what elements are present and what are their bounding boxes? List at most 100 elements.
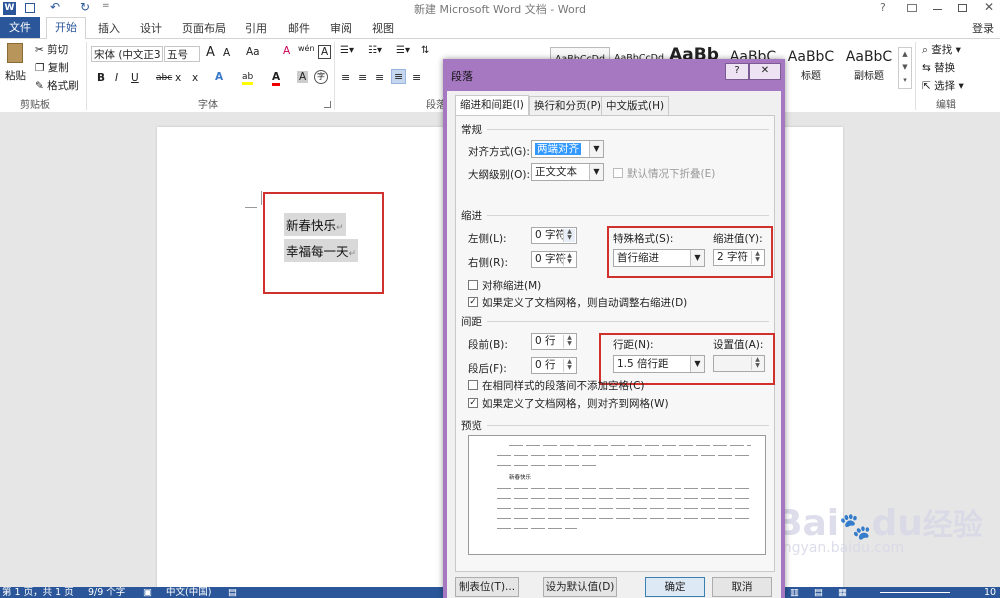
minimize-icon[interactable] — [933, 9, 942, 10]
superscript-button[interactable]: x — [192, 72, 198, 84]
find-button[interactable]: ⌕ 查找 ▾ — [922, 42, 961, 57]
distributed-button[interactable]: ≡ — [412, 71, 421, 84]
tab-design[interactable]: 设计 — [140, 20, 162, 36]
char-shading-button[interactable]: A — [297, 71, 309, 83]
spinner-arrows-icon[interactable]: ▲ ▼ — [563, 335, 575, 348]
paste-button[interactable]: 粘贴 — [5, 68, 26, 83]
read-mode-icon[interactable]: ▥ — [790, 587, 799, 598]
ribbon-display-options-icon[interactable] — [907, 4, 917, 12]
font-size-select[interactable]: 五号 — [164, 46, 200, 62]
left-indent-input[interactable]: 0 字符 ▲ ▼ — [531, 227, 577, 244]
collapse-checkbox[interactable] — [613, 168, 623, 178]
copy-button[interactable]: ❐ 复制 — [35, 60, 69, 75]
font-dialog-launcher-icon[interactable] — [324, 101, 331, 108]
tab-line-page-breaks[interactable]: 换行和分页(P) — [529, 96, 607, 115]
proofing-icon[interactable]: ▣ — [143, 587, 152, 598]
tab-file[interactable]: 文件 — [0, 17, 40, 38]
spinner-arrows-icon[interactable]: ▲ ▼ — [563, 253, 575, 266]
select-button[interactable]: ⇱ 选择 ▾ — [922, 78, 964, 93]
highlight-button[interactable]: ab — [242, 72, 254, 85]
undo-button[interactable]: ↶ — [50, 0, 60, 14]
copy-label: 复制 — [47, 62, 69, 74]
set-default-button[interactable]: 设为默认值(D) — [543, 577, 617, 597]
dialog-help-button[interactable]: ? — [725, 63, 749, 80]
alignment-select[interactable]: 两端对齐 ▼ — [531, 140, 604, 158]
zoom-slider[interactable] — [880, 592, 950, 593]
section-general: 常规 — [461, 124, 482, 136]
cut-button[interactable]: ✂ 剪切 — [35, 42, 68, 57]
maximize-icon[interactable] — [958, 4, 967, 12]
enclose-char-button[interactable]: 字 — [314, 70, 328, 84]
dialog-close-button[interactable]: ✕ — [749, 63, 781, 80]
sort-button[interactable]: ⇅ — [421, 45, 429, 56]
underline-button[interactable]: U — [131, 72, 139, 84]
customize-qat-icon[interactable]: = — [102, 1, 110, 11]
zoom-level[interactable]: 10 — [984, 587, 996, 598]
grow-font-button[interactable]: A — [206, 45, 215, 60]
justify-button[interactable]: ≡ — [391, 69, 407, 84]
style-subtitle[interactable]: AaBbC 副标题 — [840, 47, 898, 87]
login-link[interactable]: 登录 — [972, 20, 994, 36]
cut-label: 剪切 — [47, 44, 69, 56]
numbering-button[interactable]: ☷▾ — [368, 45, 382, 56]
multilevel-list-button[interactable]: ☰▾ — [396, 45, 410, 56]
align-right-button[interactable]: ≡ — [375, 71, 384, 84]
bullets-button[interactable]: ☰▾ — [340, 45, 354, 56]
cancel-button[interactable]: 取消 — [712, 577, 772, 597]
tab-asian-typography[interactable]: 中文版式(H) — [601, 96, 670, 115]
help-button[interactable]: ? — [880, 1, 886, 14]
space-after-input[interactable]: 0 行 ▲ ▼ — [531, 357, 577, 374]
format-painter-button[interactable]: ✎ 格式刷 — [35, 78, 79, 93]
margin-mark — [245, 207, 257, 208]
auto-adjust-checkbox[interactable]: ✓ — [468, 297, 478, 307]
copy-icon: ❐ — [35, 62, 45, 74]
outline-level-select[interactable]: 正文文本 ▼ — [531, 163, 604, 181]
strikethrough-button[interactable]: abc — [156, 73, 172, 83]
tab-mailings[interactable]: 邮件 — [288, 20, 310, 36]
tab-references[interactable]: 引用 — [245, 20, 267, 36]
page-count[interactable]: 第 1 页，共 1 页 — [2, 587, 74, 598]
redo-button[interactable]: ↻ — [80, 0, 90, 14]
tab-view[interactable]: 视图 — [372, 20, 394, 36]
style-title[interactable]: AaBbC 标题 — [782, 47, 840, 87]
spinner-arrows-icon[interactable]: ▲ ▼ — [563, 229, 575, 242]
tab-home[interactable]: 开始 — [46, 17, 86, 40]
phonetic-guide-button[interactable]: wén — [298, 44, 315, 53]
text-effects-button[interactable]: A — [215, 71, 223, 83]
close-icon[interactable]: ✕ — [984, 0, 994, 14]
font-name-select[interactable]: 宋体 (中文正3 — [91, 46, 163, 62]
right-indent-input[interactable]: 0 字符 ▲ ▼ — [531, 251, 577, 268]
tab-indents-spacing[interactable]: 缩进和间距(I) — [455, 95, 529, 116]
change-case-button[interactable]: Aa — [246, 46, 260, 58]
tab-layout[interactable]: 页面布局 — [182, 20, 226, 36]
tab-review[interactable]: 审阅 — [330, 20, 352, 36]
space-before-input[interactable]: 0 行 ▲ ▼ — [531, 333, 577, 350]
macro-icon[interactable]: ▤ — [228, 587, 237, 598]
tabs-button[interactable]: 制表位(T)... — [455, 577, 519, 597]
char-border-button[interactable]: A — [318, 45, 332, 59]
clear-format-button[interactable]: A — [283, 45, 290, 57]
spinner-arrows-icon[interactable]: ▲ ▼ — [563, 359, 575, 372]
align-center-button[interactable]: ≡ — [358, 71, 367, 84]
font-color-button[interactable]: A — [272, 71, 281, 86]
no-space-same-style-checkbox[interactable] — [468, 380, 478, 390]
alignment-value: 两端对齐 — [535, 143, 581, 155]
ok-button[interactable]: 确定 — [645, 577, 705, 597]
web-layout-icon[interactable]: ▦ — [838, 587, 847, 598]
print-layout-icon[interactable]: ▤ — [814, 587, 823, 598]
mirror-indents-checkbox[interactable] — [468, 280, 478, 290]
bold-button[interactable]: B — [97, 72, 105, 84]
styles-scroll-icon[interactable]: ▲ ▼ ▾ — [898, 47, 912, 89]
find-icon: ⌕ — [922, 44, 928, 56]
section-spacing: 间距 — [461, 316, 482, 328]
tab-insert[interactable]: 插入 — [98, 20, 120, 36]
snap-to-grid-checkbox[interactable]: ✓ — [468, 398, 478, 408]
save-icon[interactable] — [25, 3, 35, 13]
subscript-button[interactable]: x — [175, 72, 181, 84]
word-count[interactable]: 9/9 个字 — [88, 587, 125, 598]
align-left-button[interactable]: ≡ — [341, 71, 350, 84]
replace-button[interactable]: ⇆ 替换 — [922, 60, 955, 75]
shrink-font-button[interactable]: A — [223, 47, 230, 59]
italic-button[interactable]: I — [115, 72, 118, 84]
language-indicator[interactable]: 中文(中国) — [166, 587, 211, 598]
